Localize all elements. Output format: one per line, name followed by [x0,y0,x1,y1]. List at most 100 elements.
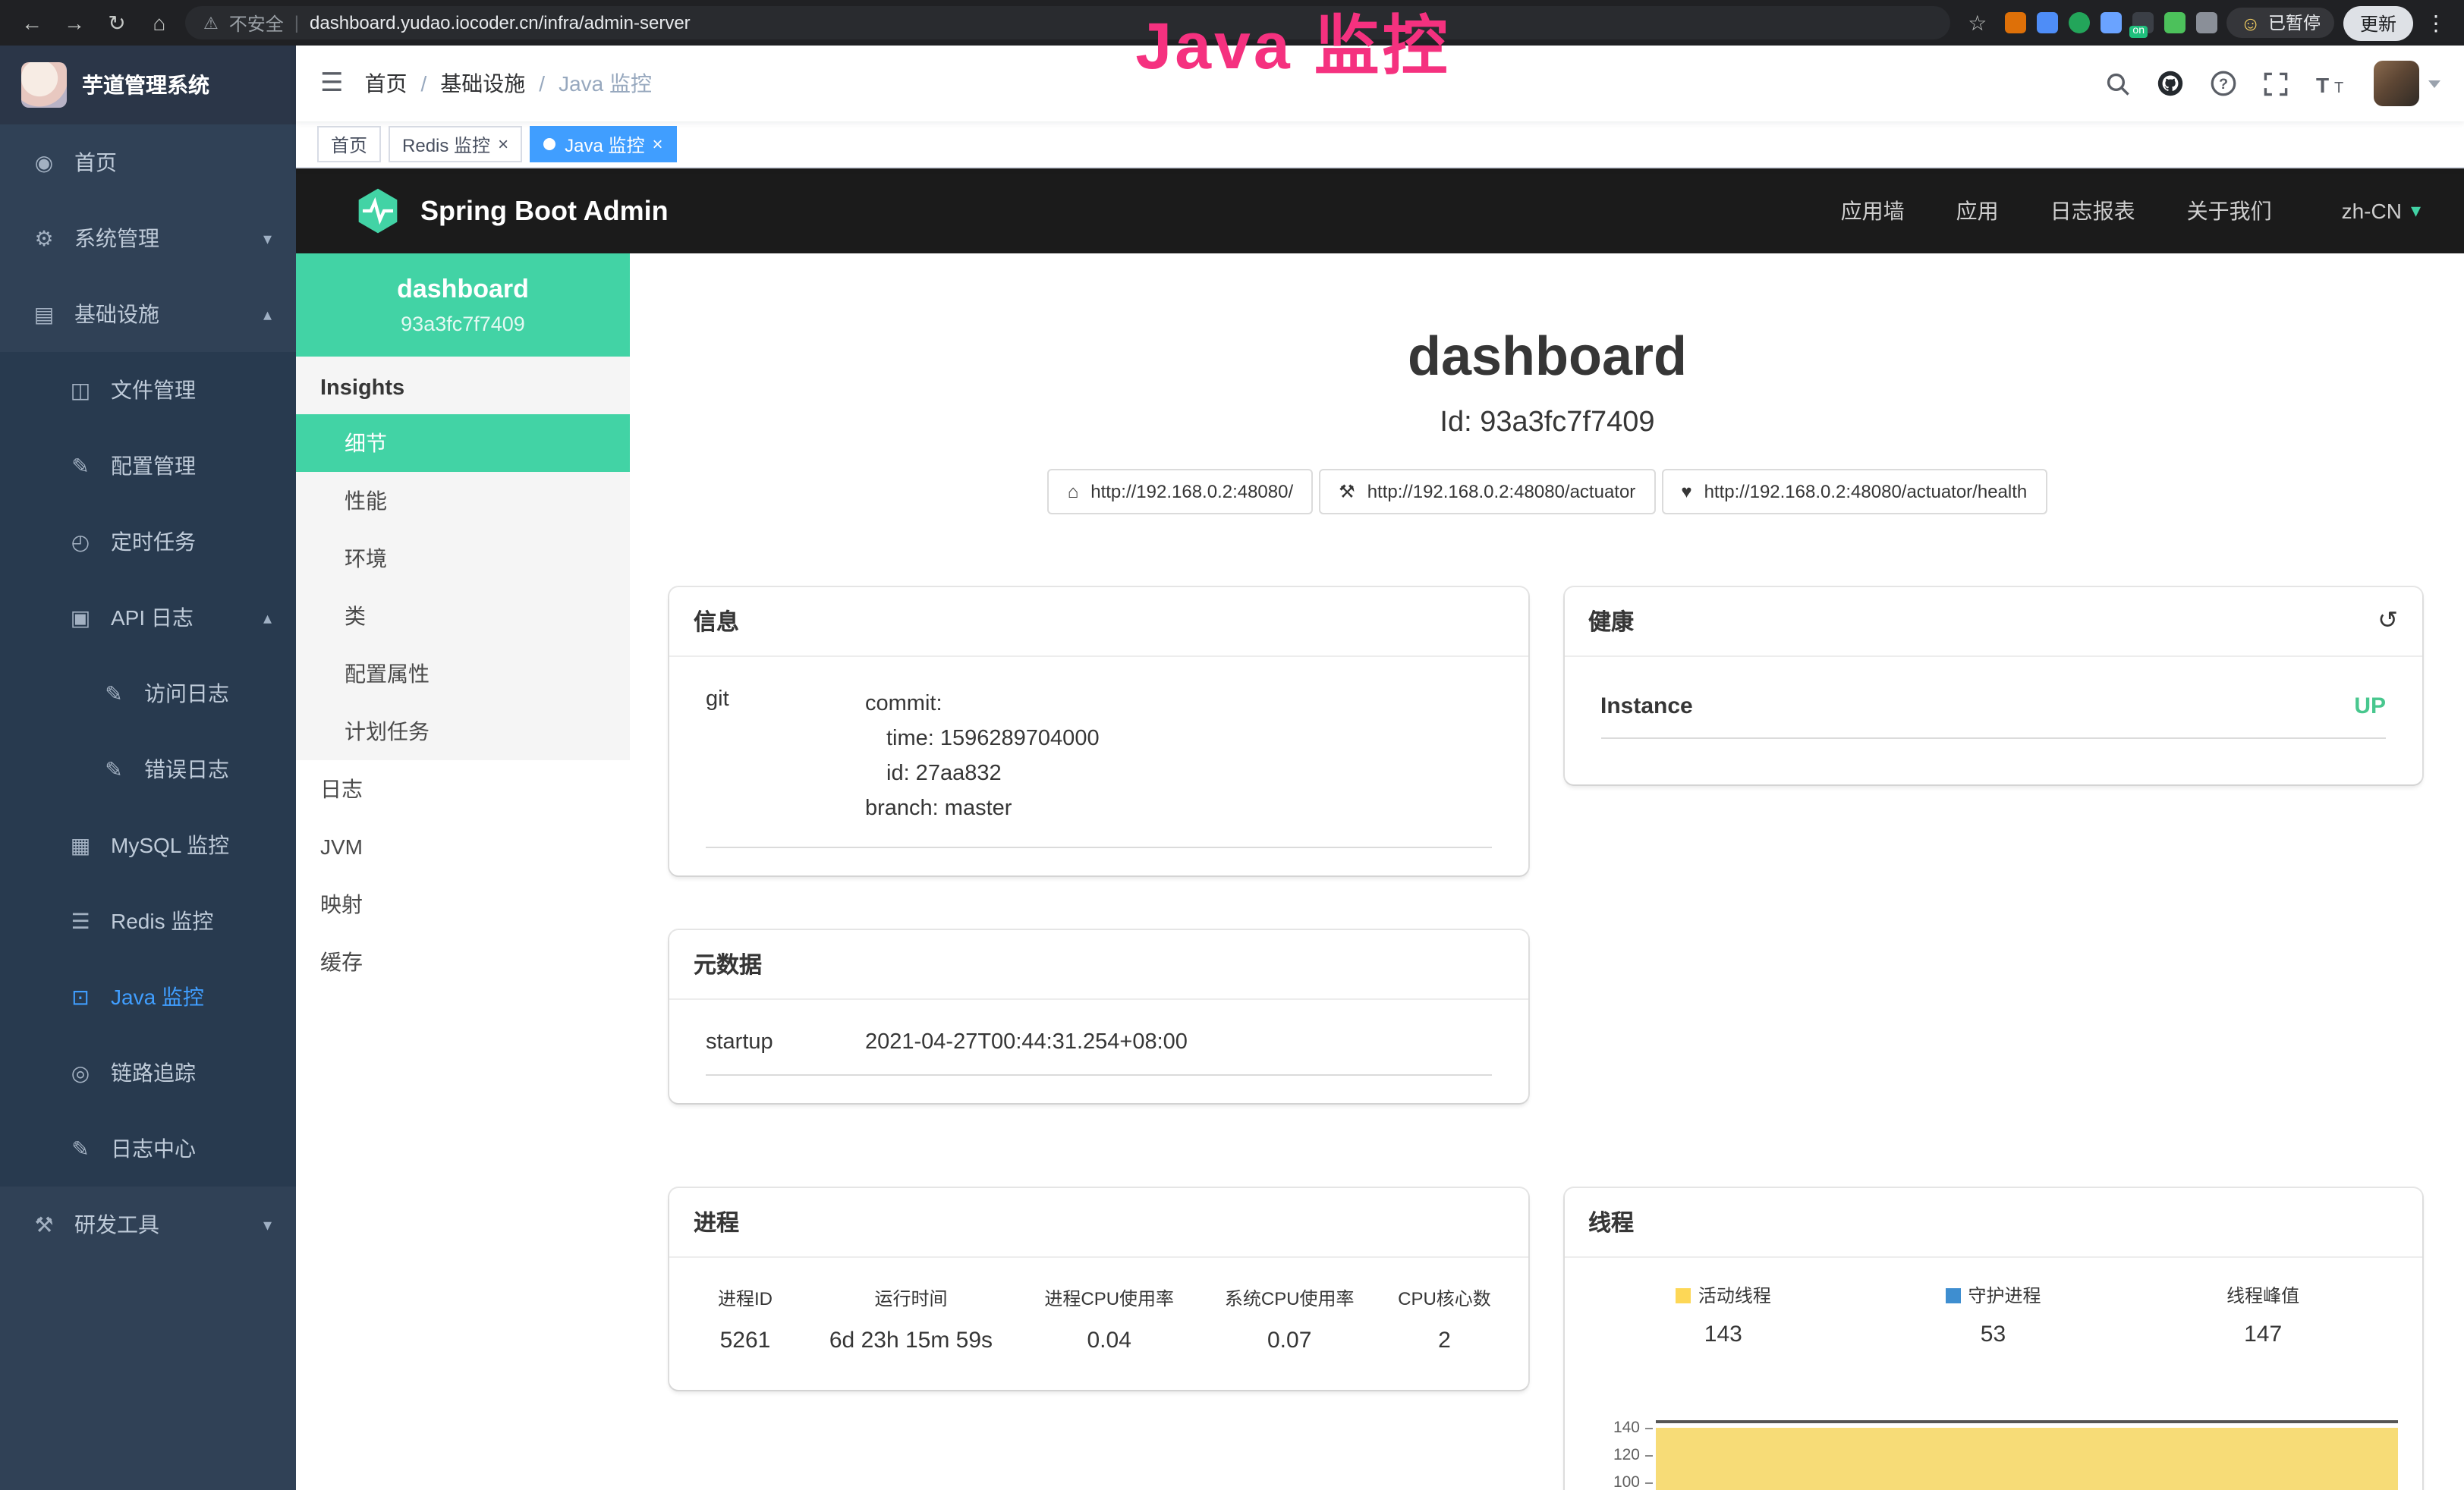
extension-icon[interactable] [2037,12,2058,33]
breadcrumb: 首页 / 基础设施 / Java 监控 [365,68,653,99]
sba-menu-item[interactable]: 细节 [296,414,630,472]
tag-view[interactable]: Java 监控 × [530,126,676,162]
menu-item-label: API 日志 [111,602,194,633]
hamburger-icon[interactable]: ☰ [320,68,344,99]
instance-title: dashboard [630,323,2464,390]
sidebar-item[interactable]: ✎ 访问日志 [0,655,296,731]
sba-nav-item[interactable]: 应用 [1956,196,1999,226]
threads-chart: 140 120 100 [1588,1414,2398,1490]
fullscreen-icon[interactable] [2263,71,2289,96]
app-logo [21,62,67,108]
sba-menu-item[interactable]: 缓存 [296,933,630,991]
sidebar-item[interactable]: ⚒ 研发工具 ▾ [0,1187,296,1262]
paused-label: 已暂停 [2268,11,2321,35]
font-size-icon[interactable]: TT [2315,71,2348,96]
sidebar-item[interactable]: ◉ 首页 [0,124,296,200]
extension-icon[interactable] [2069,12,2090,33]
instance-link[interactable]: ⚒ http://192.168.0.2:48080/actuator [1319,469,1655,514]
reload-button[interactable]: ↻ [100,6,134,39]
sba-language-selector[interactable]: zh-CN ▾ [2342,199,2421,223]
browser-window: Java 监控 ← → ↻ ⌂ ⚠ 不安全 | dashboard.yudao.… [0,0,2464,1490]
instance-link[interactable]: ⌂ http://192.168.0.2:48080/ [1048,469,1313,514]
back-button[interactable]: ← [15,6,49,39]
info-value-line: id: 27aa832 [865,757,1491,792]
metadata-key: startup [706,1030,865,1055]
menu-item-icon: ✎ [67,453,94,479]
sba-nav-item[interactable]: 关于我们 [2187,196,2272,226]
sba-menu-item[interactable]: 配置属性 [296,645,630,703]
legend-value: 143 [1704,1322,1742,1347]
sba-menu-item[interactable]: JVM [296,818,630,875]
menu-item-label: 日志中心 [111,1133,196,1164]
sba-nav-item[interactable]: 应用墙 [1841,196,1905,226]
history-icon[interactable]: ↺ [2377,609,2398,633]
help-icon[interactable]: ? [2210,70,2237,97]
tag-close-icon[interactable]: × [498,135,508,153]
health-card: 健康 ↺ Instance UP [1564,587,2422,784]
sba-menu-item[interactable]: 性能 [296,472,630,530]
info-value-line: time: 1596289704000 [865,722,1491,757]
sba-sidebar: dashboard 93a3fc7f7409 Insights 细节 性能 [296,253,630,1490]
process-stat-value: 5261 [720,1328,771,1353]
tag-label: Java 监控 [565,131,644,157]
info-key: git [706,687,865,827]
sidebar-item[interactable]: ✎ 配置管理 [0,428,296,504]
process-stat-value: 2 [1438,1328,1451,1353]
instance-link[interactable]: ♥ http://192.168.0.2:48080/actuator/heal… [1661,469,2047,514]
sidebar-item[interactable]: ◴ 定时任务 [0,504,296,580]
sidebar-item[interactable]: ✎ 错误日志 [0,731,296,807]
bookmark-star-icon[interactable]: ☆ [1959,8,1996,37]
breadcrumb-separator: / [539,71,545,96]
chevron-icon: ▾ [263,228,272,248]
info-value-line: commit: [865,687,1491,722]
extension-icon[interactable] [2005,12,2026,33]
search-icon[interactable] [2105,71,2131,96]
sba-menu-item[interactable]: 计划任务 [296,703,630,760]
address-bar[interactable]: ⚠ 不安全 | dashboard.yudao.iocoder.cn/infra… [185,6,1949,39]
sidebar-item[interactable]: ▦ MySQL 监控 [0,807,296,883]
menu-item-icon: ☰ [67,908,94,934]
breadcrumb-item[interactable]: 基础设施 [440,68,525,99]
sidebar-item[interactable]: ◫ 文件管理 [0,352,296,428]
chevron-icon: ▾ [263,1215,272,1234]
sidebar-item[interactable]: ⊡ Java 监控 [0,959,296,1035]
user-avatar [2374,61,2419,106]
sba-nav-item[interactable]: 日志报表 [2050,196,2135,226]
forward-button[interactable]: → [58,6,91,39]
paused-badge[interactable]: ☺ 已暂停 [2226,8,2334,38]
tag-view[interactable]: Redis 监控 × [389,126,522,162]
spring-boot-admin-frame: Spring Boot Admin 应用墙 应用 日志报表 关于我们 [296,168,2464,1490]
sba-menu-item[interactable]: 类 [296,587,630,645]
tag-close-icon[interactable]: × [652,135,662,153]
sidebar-item[interactable]: ⚙ 系统管理 ▾ [0,200,296,276]
extension-icon[interactable] [2101,12,2122,33]
sba-menu-item[interactable]: 映射 [296,875,630,933]
extension-icon[interactable] [2196,12,2217,33]
menu-item-label: 首页 [74,147,117,178]
github-icon[interactable] [2157,70,2184,97]
app-logo-row: 芋道管理系统 [0,46,296,124]
user-menu[interactable] [2374,61,2440,106]
update-button[interactable]: 更新 [2343,5,2413,40]
sidebar-item[interactable]: ▣ API 日志 ▴ [0,580,296,655]
sidebar-item[interactable]: ☰ Redis 监控 [0,883,296,959]
sidebar-item[interactable]: ◎ 链路追踪 [0,1035,296,1111]
sba-menu-item[interactable]: 日志 [296,760,630,818]
app-title: 芋道管理系统 [82,70,209,100]
sba-language-value: zh-CN [2342,199,2402,223]
browser-menu-icon[interactable]: ⋮ [2422,10,2450,36]
tag-label: Redis 监控 [402,131,490,157]
extension-icon[interactable] [2164,12,2186,33]
tag-view[interactable]: 首页 [317,126,381,162]
sba-instance-header[interactable]: dashboard 93a3fc7f7409 [296,253,630,357]
sidebar-item[interactable]: ✎ 日志中心 [0,1111,296,1187]
home-button[interactable]: ⌂ [143,6,176,39]
threads-chart-line [1655,1420,2398,1423]
extension-icon[interactable]: on [2132,12,2154,33]
menu-item-label: 系统管理 [74,223,159,253]
sidebar-item[interactable]: ▤ 基础设施 ▴ [0,276,296,352]
breadcrumb-item[interactable]: 首页 [365,68,408,99]
process-stat: 进程ID 5261 [688,1285,803,1353]
process-stat-header: 进程ID [718,1285,773,1311]
sba-menu-item[interactable]: 环境 [296,530,630,587]
